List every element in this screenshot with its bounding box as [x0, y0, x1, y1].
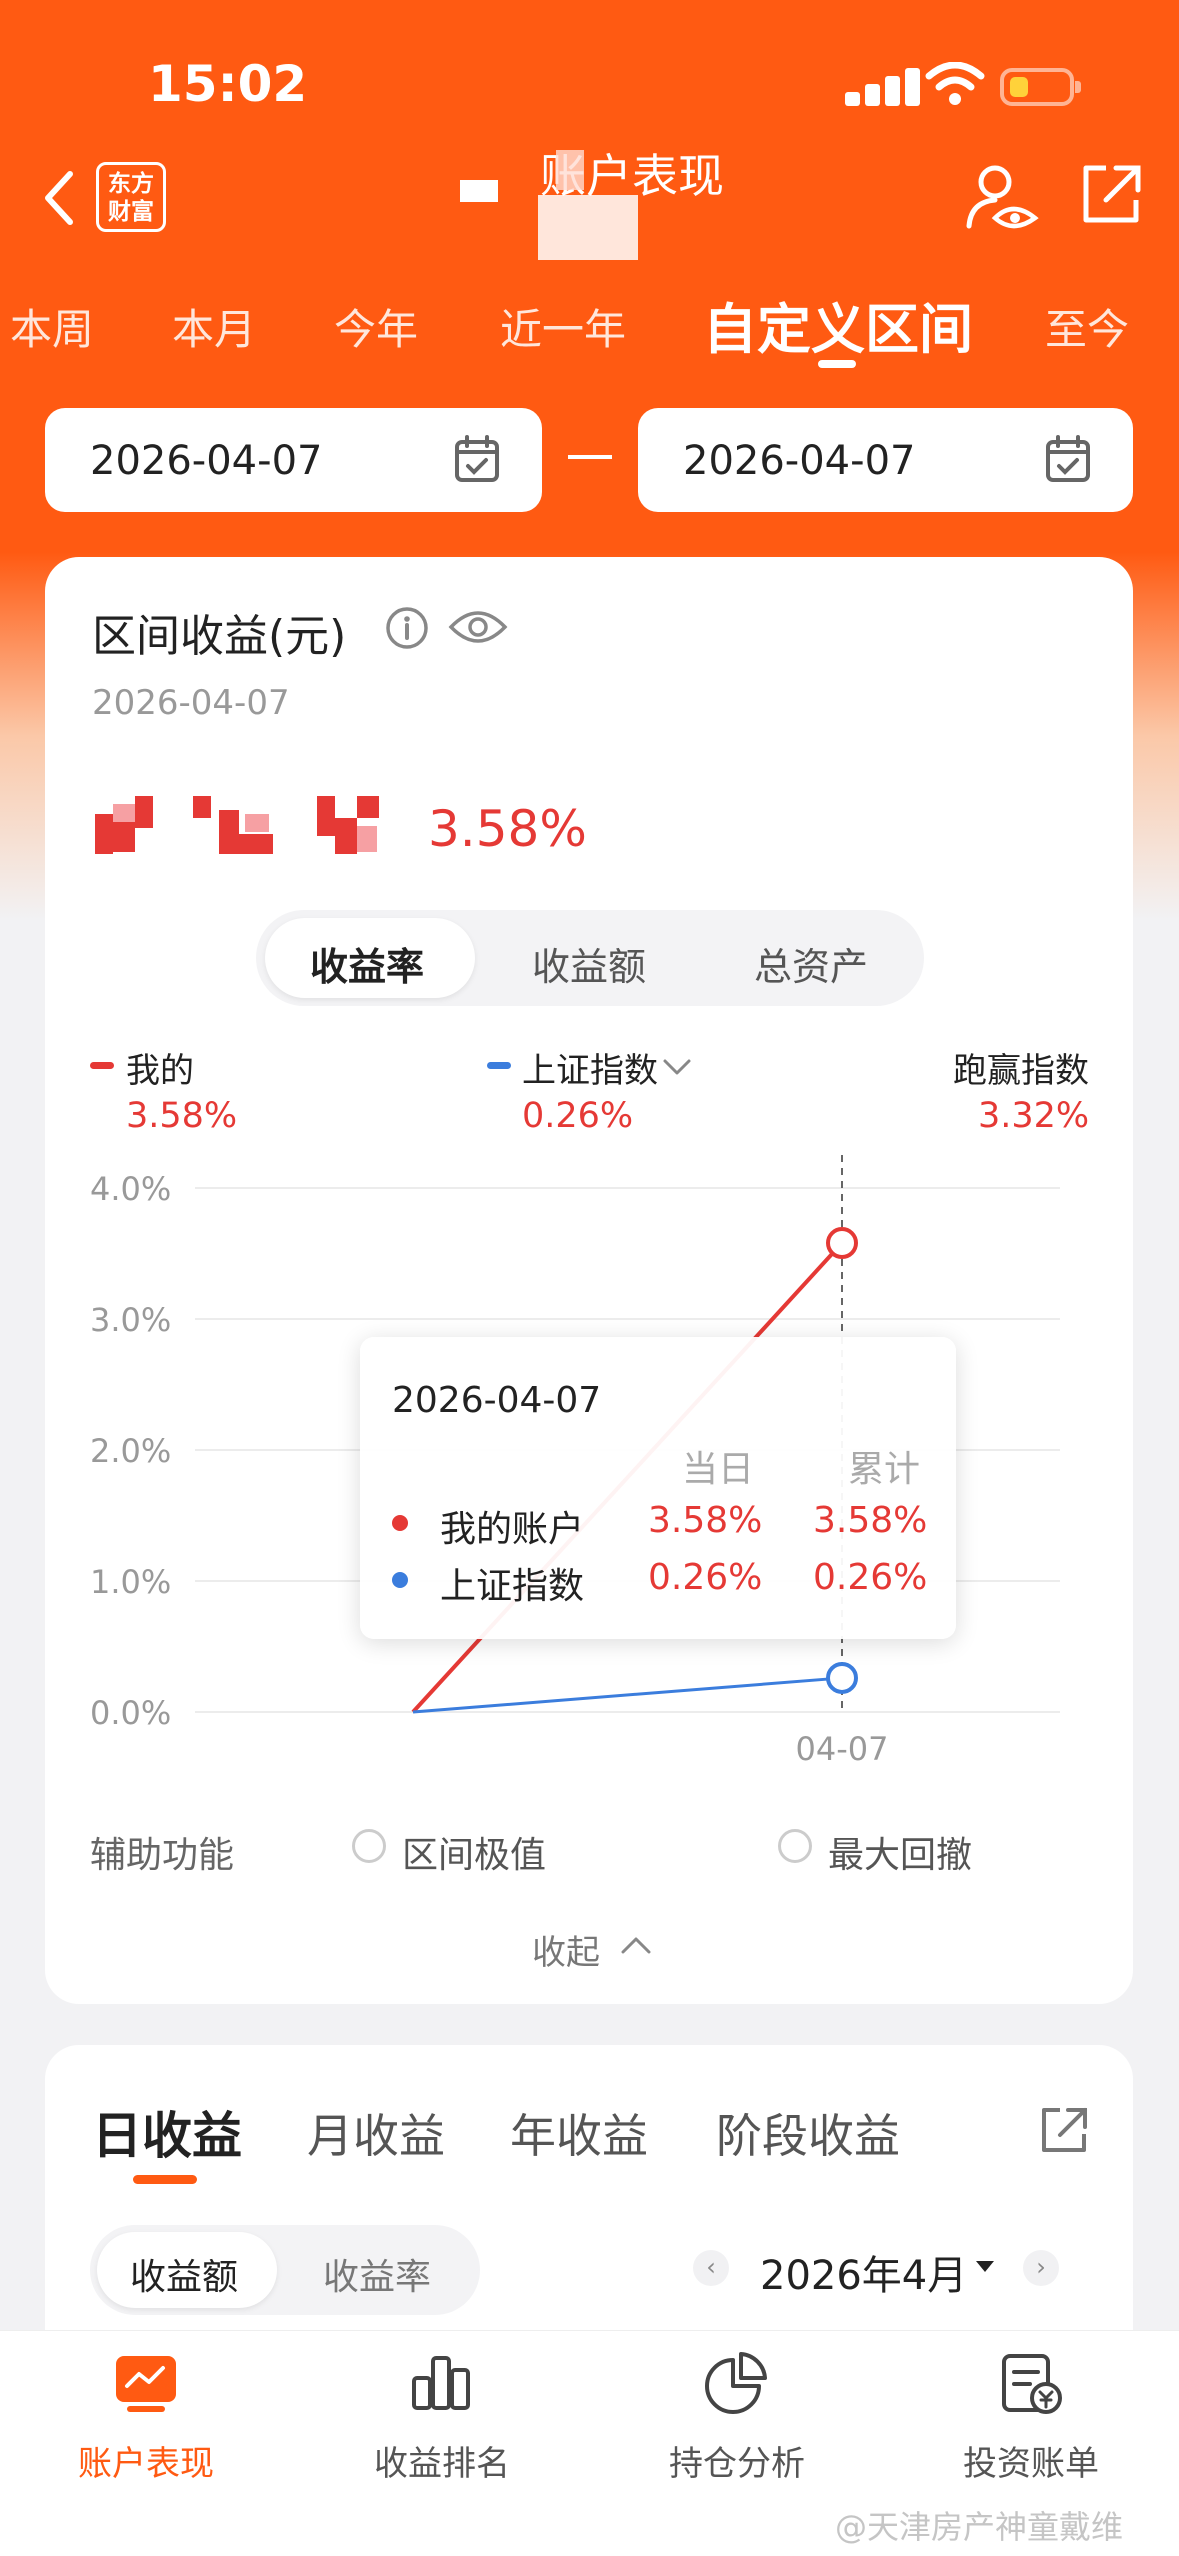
tooltip-row-mine-total: 3.58% — [813, 1500, 928, 1541]
privacy-mask — [460, 180, 498, 202]
returns-tab-indicator — [133, 2175, 197, 2184]
radio-max-drawdown[interactable] — [778, 1829, 812, 1863]
caret-down-icon[interactable] — [975, 2259, 995, 2273]
tooltip-row-index-name: 上证指数 — [440, 1566, 585, 1607]
nav-holding-analysis[interactable]: 持仓分析 — [627, 2436, 847, 2485]
chevron-down-icon[interactable] — [660, 1050, 694, 1084]
chevron-up-icon[interactable] — [618, 1930, 654, 1960]
y-tick-label: 3.0% — [90, 1301, 171, 1339]
account-visibility-icon[interactable] — [965, 160, 1040, 235]
tab-this-week[interactable]: 本周 — [10, 296, 94, 357]
metric-total-assets[interactable]: 总资产 — [754, 936, 868, 991]
radio-range-extremes[interactable] — [352, 1829, 386, 1863]
tooltip-dot-mine — [392, 1515, 408, 1531]
tooltip-row-index-day: 0.26% — [648, 1557, 763, 1598]
pie-chart-icon[interactable] — [703, 2350, 769, 2416]
aux-functions-label: 辅助功能 — [90, 1835, 235, 1876]
collapse-button[interactable]: 收起 — [532, 1925, 600, 1974]
range-return-title: 区间收益(元) — [92, 611, 347, 662]
legend-outperform-value: 3.32% — [978, 1096, 1090, 1136]
battery-icon — [1000, 68, 1081, 106]
tab-this-month[interactable]: 本月 — [172, 296, 256, 357]
tab-this-year[interactable]: 今年 — [334, 296, 418, 357]
masked-return-amount — [95, 796, 405, 860]
return-rate: 3.58% — [428, 800, 587, 858]
privacy-mask — [538, 195, 638, 260]
bill-icon[interactable] — [998, 2350, 1064, 2416]
watermark: @天津房产神童戴维 — [835, 2508, 1124, 2546]
series-line-index — [412, 1676, 843, 1714]
share-icon[interactable] — [1038, 2104, 1090, 2156]
tooltip-row-mine-name: 我的账户 — [440, 1509, 585, 1550]
legend-mine-label: 我的 — [126, 1051, 194, 1091]
range-date: 2026-04-07 — [92, 683, 290, 723]
tooltip-row-mine-day: 3.58% — [648, 1500, 763, 1541]
signal-icon — [845, 68, 933, 106]
x-tick-label: 04-07 — [796, 1730, 889, 1768]
tab-custom-range[interactable]: 自定义区间 — [703, 285, 973, 364]
end-date-value: 2026-04-07 — [683, 438, 916, 484]
tooltip-date: 2026-04-07 — [392, 1380, 602, 1421]
start-date-value: 2026-04-07 — [90, 438, 323, 484]
nav-account-performance[interactable]: 账户表现 — [36, 2436, 256, 2485]
legend-index-value: 0.26% — [522, 1096, 634, 1136]
option-range-extremes[interactable]: 区间极值 — [402, 1826, 546, 1878]
tab-daily-return[interactable]: 日收益 — [92, 2096, 242, 2168]
eye-icon[interactable] — [448, 607, 508, 647]
data-point-index — [826, 1661, 858, 1694]
end-date-field[interactable]: 2026-04-07 — [638, 408, 1133, 512]
tab-period-return[interactable]: 阶段收益 — [716, 2100, 900, 2166]
tooltip-dot-index — [392, 1572, 408, 1588]
calendar-icon — [1046, 435, 1090, 482]
metric-return-amount[interactable]: 收益额 — [532, 936, 646, 991]
legend-index-label[interactable]: 上证指数 — [522, 1043, 658, 1092]
y-tick-label: 0.0% — [90, 1694, 171, 1732]
tab-to-date[interactable]: 至今 — [1045, 296, 1129, 357]
tooltip-row-index-total: 0.26% — [813, 1557, 928, 1598]
wifi-icon — [925, 62, 985, 105]
y-tick-label: 4.0% — [90, 1170, 171, 1208]
data-point-mine — [826, 1227, 858, 1260]
calendar-icon — [455, 435, 499, 482]
tooltip-col-day: 当日 — [682, 1449, 755, 1490]
status-time: 15:02 — [148, 55, 308, 113]
start-date-field[interactable]: 2026-04-07 — [45, 408, 542, 512]
account-performance-icon[interactable] — [113, 2350, 179, 2416]
y-tick-label: 1.0% — [90, 1563, 171, 1601]
date-separator — [568, 455, 612, 459]
legend-mine-value: 3.58% — [126, 1096, 238, 1136]
brand-line-2: 财富 — [108, 199, 154, 225]
next-month-button[interactable]: › — [1023, 2250, 1059, 2286]
prev-month-button[interactable]: ‹ — [693, 2250, 729, 2286]
tab-monthly-return[interactable]: 月收益 — [307, 2100, 445, 2166]
tab-indicator — [818, 360, 856, 368]
option-max-drawdown[interactable]: 最大回撤 — [828, 1826, 972, 1878]
tab-yearly-return[interactable]: 年收益 — [510, 2100, 648, 2166]
share-icon[interactable] — [1078, 162, 1144, 228]
privacy-mask — [556, 150, 584, 190]
brand-line-1: 东方 — [108, 171, 154, 197]
month-picker[interactable]: 2026年4月 — [760, 2243, 967, 2301]
toggle-return-amount[interactable]: 收益额 — [130, 2248, 238, 2300]
legend-outperform-label: 跑赢指数 — [953, 1051, 1089, 1091]
nav-return-ranking[interactable]: 收益排名 — [332, 2436, 552, 2485]
ranking-chart-icon[interactable] — [408, 2350, 474, 2416]
tab-last-year[interactable]: 近一年 — [500, 296, 626, 357]
legend-swatch-mine — [90, 1062, 114, 1069]
metric-return-rate[interactable]: 收益率 — [310, 936, 424, 991]
y-tick-label: 2.0% — [90, 1432, 171, 1470]
nav-investment-bill[interactable]: 投资账单 — [921, 2436, 1141, 2485]
legend-swatch-index — [487, 1062, 511, 1069]
brand-logo: 东方 财富 — [96, 162, 166, 232]
tooltip-col-total: 累计 — [848, 1449, 921, 1490]
back-icon[interactable] — [40, 168, 80, 228]
toggle-return-rate[interactable]: 收益率 — [323, 2248, 431, 2300]
info-icon[interactable] — [385, 606, 429, 650]
